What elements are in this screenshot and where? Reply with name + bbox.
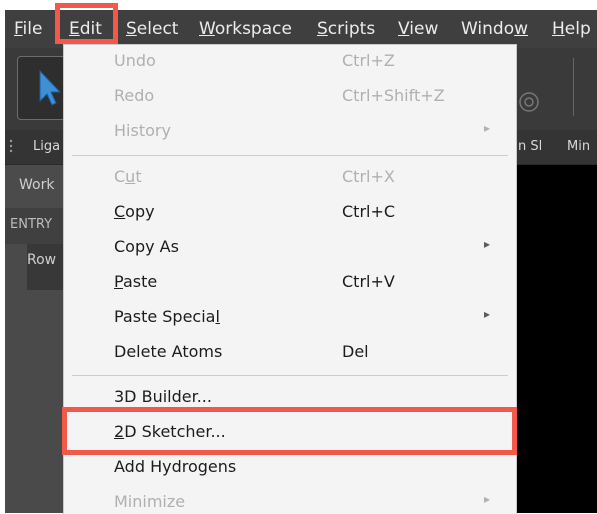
menu-file[interactable]: File [14,18,42,40]
history-label: History [114,121,171,140]
menu-separator [72,155,508,156]
menu-item-cut[interactable]: Cut Ctrl+X [64,161,516,196]
highlight-box-edit-menu [55,3,118,44]
submenu-arrow-icon: ▸ [484,237,491,251]
menu-window[interactable]: Window [461,18,528,40]
copy-as-label: Copy As [114,237,179,256]
menu-item-undo[interactable]: Undo Ctrl+Z [64,45,516,80]
menu-item-paste-special[interactable]: Paste Special ▸ [64,301,516,336]
menu-file-mnemonic: F [14,19,23,39]
paste-special-mnemonic: l [215,307,220,326]
select-tool-button[interactable] [17,56,67,120]
cut-label-end: t [135,167,142,186]
menu-select-label: elect [136,19,179,39]
submenu-arrow-icon: ▸ [484,121,491,135]
highlight-box-2d-sketcher [62,407,517,455]
undo-label: Undo [114,51,156,70]
tab-partial-1[interactable]: n Sl [518,139,542,154]
menu-view-mnemonic: V [398,19,410,39]
menu-view-label: iew [409,19,439,39]
menu-view[interactable]: View [398,18,438,40]
entry-label: ENTRY [10,217,53,232]
cut-shortcut: Ctrl+X [342,167,395,186]
paste-special-label-start: Paste Specia [114,307,216,326]
menu-help-label: elp [564,19,591,39]
menu-scripts-label: cripts [327,19,376,39]
workspace-label: Work [19,177,55,193]
paste-label: Paste [114,272,157,291]
entry-header: ENTRY [5,208,65,244]
menu-separator [72,375,508,376]
copy-mnemonic: C [114,202,126,221]
delete-atoms-label: Delete Atoms [114,342,223,361]
add-hydrogens-label: Add Hydrogens [114,457,237,476]
menu-item-redo[interactable]: Redo Ctrl+Shift+Z [64,80,516,115]
menu-select-mnemonic: S [126,19,137,39]
3d-builder-label: 3D Builder... [114,387,212,406]
menu-workspace-mnemonic: W [199,19,215,39]
menu-scripts-mnemonic: S [317,19,328,39]
copy-label: Copy [114,202,155,221]
copy-shortcut: Ctrl+C [342,202,396,221]
cut-label-start: C [114,167,126,186]
menu-help[interactable]: Help [552,18,591,40]
target-icon[interactable] [517,90,541,114]
paste-special-label: Paste Special [114,307,220,326]
submenu-arrow-icon: ▸ [484,307,491,321]
menu-item-copy-as[interactable]: Copy As ▸ [64,231,516,266]
menu-item-paste[interactable]: Paste Ctrl+V [64,266,516,301]
menu-item-minimize[interactable]: Minimize ▸ [64,486,516,514]
paste-shortcut: Ctrl+V [342,272,395,291]
menu-window-mnemonic: w [514,19,529,39]
menu-item-delete-atoms[interactable]: Delete Atoms Del [64,336,516,371]
menu-select[interactable]: Select [126,18,178,40]
drag-handle-icon[interactable] [8,138,14,156]
undo-shortcut: Ctrl+Z [342,51,395,70]
workspace-panel-header: Work [5,165,65,208]
copy-label-end: opy [125,202,155,221]
tab-ligand[interactable]: Liga [33,139,60,154]
3d-viewport[interactable] [517,165,597,513]
menu-item-copy[interactable]: Copy Ctrl+C [64,196,516,231]
tab-partial-2[interactable]: Min [567,139,590,154]
paste-mnemonic: P [114,272,123,291]
menu-window-label: Windo [461,19,515,39]
delete-atoms-shortcut: Del [342,342,369,361]
toolbar-separator [573,58,574,116]
submenu-arrow-icon: ▸ [484,492,491,506]
row-label: Row [27,252,57,268]
menu-item-history[interactable]: History ▸ [64,115,516,150]
row-cell[interactable]: Row [27,244,65,290]
cut-label: Cut [114,167,142,186]
cut-mnemonic: u [125,167,136,186]
redo-label: Redo [114,86,155,105]
redo-shortcut: Ctrl+Shift+Z [342,86,445,105]
menu-help-mnemonic: H [552,19,565,39]
menu-file-label: ile [22,19,43,39]
menu-workspace-label: orkspace [214,19,292,39]
menu-item-add-hydrogens[interactable]: Add Hydrogens [64,451,516,486]
cursor-arrow-icon [39,69,62,106]
paste-label-end: aste [122,272,158,291]
minimize-label: Minimize [114,492,186,511]
menu-scripts[interactable]: Scripts [317,18,375,40]
menu-workspace[interactable]: Workspace [199,18,292,40]
